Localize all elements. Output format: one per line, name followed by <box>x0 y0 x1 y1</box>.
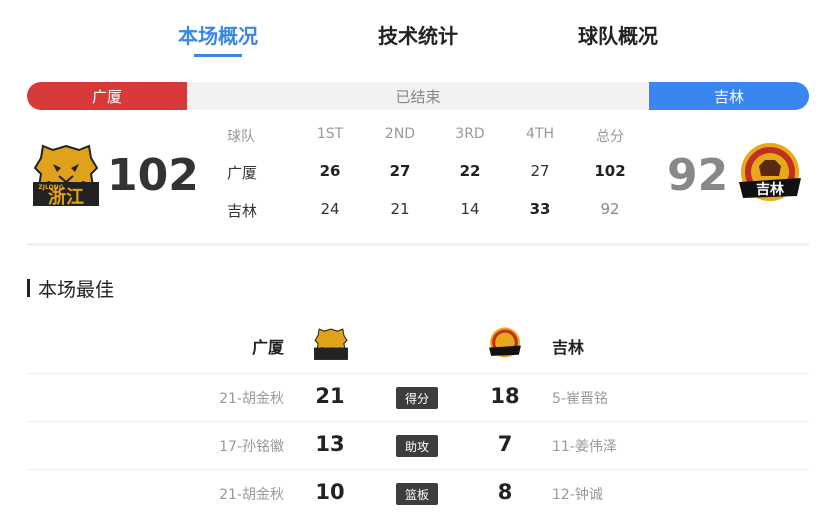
header-q1: 1ST <box>316 126 344 142</box>
best-away-value: 18 <box>490 384 520 408</box>
home-team-label: 广厦 <box>27 82 187 110</box>
stat-category-badge: 篮板 <box>396 483 438 505</box>
header-q3: 3RD <box>455 126 485 142</box>
table-row: 吉林 24 21 14 33 92 <box>217 200 637 222</box>
row-team-name: 吉林 <box>227 202 258 220</box>
quarter-header-row: 球队 1ST 2ND 3RD 4TH 总分 <box>217 126 637 148</box>
home-logo-sub: ZJLONG <box>38 184 63 191</box>
stat-category-badge: 助攻 <box>396 435 438 457</box>
row-team-name: 广厦 <box>227 164 258 182</box>
tab-bar: 本场概况 技术统计 球队概况 <box>0 0 819 70</box>
best-home-value: 21 <box>315 384 345 408</box>
table-row: 21-胡金秋 21 得分 18 5-崔晋铭 <box>27 374 809 422</box>
header-total: 总分 <box>596 129 624 145</box>
row-q4: 33 <box>529 200 551 218</box>
best-away-value: 8 <box>497 480 513 504</box>
row-q4: 27 <box>530 162 550 180</box>
away-team-label: 吉林 <box>649 82 809 110</box>
header-q4: 4TH <box>526 126 554 142</box>
best-away-player[interactable]: 11-姜伟泽 <box>552 436 617 456</box>
row-q2: 27 <box>389 162 411 180</box>
active-tab-indicator <box>194 54 242 57</box>
row-total: 102 <box>594 162 626 180</box>
best-home-value: 13 <box>315 432 345 456</box>
best-home-team: 广厦 <box>252 338 285 357</box>
best-home-player[interactable]: 21-胡金秋 <box>219 388 284 408</box>
section-title-text: 本场最佳 <box>38 278 115 301</box>
game-status-bar: 广厦 已结束 吉林 <box>27 82 809 110</box>
best-away-logo <box>487 326 523 362</box>
tab-tech-stats[interactable]: 技术统计 <box>378 20 458 49</box>
table-row: 17-孙铭徽 13 助攻 7 11-姜伟泽 <box>27 422 809 470</box>
row-q3: 14 <box>460 200 480 218</box>
header-team: 球队 <box>227 129 255 145</box>
stat-category-badge: 得分 <box>396 387 438 409</box>
best-away-player[interactable]: 5-崔晋铭 <box>552 388 608 408</box>
row-q1: 26 <box>319 162 341 180</box>
table-row: 21-胡金秋 10 篮板 8 12-钟诚 <box>27 470 809 518</box>
section-title-best: 本场最佳 <box>27 277 115 301</box>
best-home-logo <box>313 326 349 362</box>
best-home-player[interactable]: 17-孙铭徽 <box>219 436 284 456</box>
row-total: 92 <box>600 200 620 218</box>
table-row: 广厦 26 27 22 27 102 <box>217 162 637 184</box>
away-logo-text: 吉林 <box>756 181 784 198</box>
row-q2: 21 <box>390 200 410 218</box>
home-total-score: 102 <box>107 150 199 201</box>
best-home-player[interactable]: 21-胡金秋 <box>219 484 284 504</box>
home-team-logo[interactable]: 浙江 ZJLONG <box>31 142 101 208</box>
best-away-team: 吉林 <box>552 338 585 357</box>
game-state: 已结束 <box>395 87 441 106</box>
best-home-value: 10 <box>315 480 345 504</box>
row-q1: 24 <box>320 200 340 218</box>
best-away-player[interactable]: 12-钟诚 <box>552 484 603 504</box>
away-team-logo[interactable]: 吉林 <box>735 142 805 208</box>
row-q3: 22 <box>459 162 481 180</box>
tab-game-overview[interactable]: 本场概况 <box>178 20 258 49</box>
best-away-value: 7 <box>497 432 513 456</box>
scoreboard: 浙江 ZJLONG 102 球队 1ST 2ND 3RD 4TH 总分 广厦 2… <box>27 118 809 246</box>
away-total-score: 92 <box>667 150 729 201</box>
section-marker <box>27 279 30 297</box>
tab-team-overview[interactable]: 球队概况 <box>578 20 658 49</box>
best-players-header: 广厦 吉林 <box>27 322 809 374</box>
header-q2: 2ND <box>384 126 416 142</box>
